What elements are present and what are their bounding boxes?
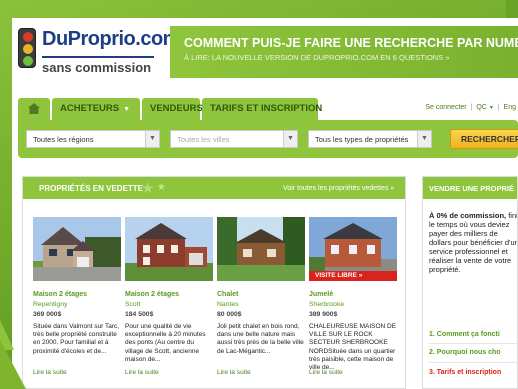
property-photo[interactable] [33, 217, 121, 281]
property-type[interactable]: Maison 2 étages [33, 291, 87, 298]
promo-subtitle[interactable]: À LIRE: LA NOUVELLE VERSION DE DUPROPRIO… [184, 53, 518, 62]
language-link[interactable]: Eng [504, 104, 516, 111]
tab-pricing[interactable]: TARIFS ET INSCRIPTION [202, 98, 322, 120]
property-price: 80 000$ [217, 311, 242, 318]
property-description: Pour une qualité de vie exceptionnelle à… [125, 323, 206, 363]
star-icon: ★ [141, 180, 155, 197]
open-house-badge: VISITE LIBRE » [309, 271, 397, 281]
chevron-down-icon: ▼ [417, 131, 431, 147]
property-description: CHALEUREUSE MAISON DE VILLE SUR LE ROCK … [309, 323, 397, 372]
region-select[interactable]: Toutes les régions ▼ [26, 130, 160, 148]
property-type-select-value: Tous les types de propriétés [315, 135, 409, 144]
pricing-link[interactable]: 3. Tarifs et inscription [429, 369, 501, 376]
home-icon [28, 103, 40, 114]
see-all-featured-link[interactable]: Voir toutes les propriétés vedettes » [283, 185, 394, 192]
home-tab[interactable] [18, 98, 50, 120]
property-city: Scott [125, 301, 141, 308]
property-type-select[interactable]: Tous les types de propriétés ▼ [308, 130, 432, 148]
property-description: Située dans Valmont sur Tarc, très belle… [33, 323, 120, 355]
property-city: Sherbrooke [309, 301, 345, 308]
search-button[interactable]: RECHERCHER [450, 129, 518, 149]
property-price: 369 000$ [33, 311, 62, 318]
property-card[interactable]: Maison 2 étages Scott 184 500$ Pour une … [125, 217, 213, 387]
read-more-link[interactable]: Lire la suite [217, 369, 251, 376]
page: DuProprio.com sans commission COMMENT PU… [12, 18, 518, 389]
property-type[interactable]: Maison 2 étages [125, 291, 179, 298]
chevron-down-icon: ▼ [488, 105, 494, 111]
property-price: 184 500$ [125, 311, 154, 318]
star-icon: ★ [157, 182, 166, 193]
featured-header: PROPRIÉTÉS EN VEDETTE ★ ★ Voir toutes le… [23, 177, 405, 199]
featured-title: PROPRIÉTÉS EN VEDETTE [39, 184, 144, 193]
featured-properties: PROPRIÉTÉS EN VEDETTE ★ ★ Voir toutes le… [22, 176, 406, 389]
tab-pricing-label: TARIFS ET INSCRIPTION [210, 103, 323, 114]
property-description: Joli petit chalet en bois rond, dans une… [217, 323, 304, 355]
chevron-down-icon: ▼ [145, 131, 159, 147]
property-city: Repentigny [33, 301, 68, 308]
how-it-works-link[interactable]: 1. Comment ça foncti [429, 331, 500, 338]
region-select-value: Toutes les régions [33, 135, 94, 144]
tab-buyers-label: ACHETEURS [60, 103, 120, 114]
city-select[interactable]: Toutes les villes ▼ [170, 130, 298, 148]
tab-sellers-label: VENDEURS [150, 103, 203, 114]
chevron-down-icon: ▼ [123, 106, 131, 113]
property-card[interactable]: Chalet Nantes 80 000$ Joli petit chalet … [217, 217, 305, 387]
sell-panel-text: À 0% de commission, fini le temps où vou… [429, 211, 518, 274]
property-type[interactable]: Jumelé [309, 291, 333, 298]
logo-name: DuProprio.com [42, 28, 180, 50]
read-more-link[interactable]: Lire la suite [309, 369, 343, 376]
logo-subtitle: sans commission [42, 56, 154, 75]
property-photo[interactable] [125, 217, 213, 281]
sell-panel-intro-bold: À 0% de commission, [429, 211, 507, 220]
login-link[interactable]: Se connecter [425, 104, 466, 111]
sell-panel-intro: fini le temps où vous deviez payer des m… [429, 211, 518, 274]
header: DuProprio.com sans commission COMMENT PU… [12, 18, 518, 92]
chevron-down-icon: ▼ [283, 131, 297, 147]
read-more-link[interactable]: Lire la suite [125, 369, 159, 376]
tab-buyers[interactable]: ACHETEURS ▼ [52, 98, 140, 120]
promo-title: COMMENT PUIS-JE FAIRE UNE RECHERCHE PAR … [184, 36, 518, 50]
property-card[interactable]: VISITE LIBRE » Jumelé Sherbrooke 389 900… [309, 217, 397, 387]
divider [429, 362, 517, 363]
site-logo[interactable]: DuProprio.com sans commission [18, 26, 180, 84]
nav-utility-links: Se connecter | QC ▼ | Eng [425, 104, 516, 111]
why-choose-us-link[interactable]: 2. Pourquoi nous cho [429, 349, 501, 356]
main-nav: ACHETEURS▼ VENDEURS▼ TARIFS ET INSCRIPTI… [12, 98, 518, 120]
traffic-light-icon [18, 28, 36, 68]
read-more-link[interactable]: Lire la suite [33, 369, 67, 376]
sell-property-panel: VENDRE UNE PROPRIÉ À 0% de commission, f… [422, 176, 518, 389]
promo-banner[interactable]: COMMENT PUIS-JE FAIRE UNE RECHERCHE PAR … [170, 26, 518, 78]
sell-panel-title: VENDRE UNE PROPRIÉ [423, 177, 517, 199]
open-house-label: VISITE LIBRE [315, 272, 357, 279]
divider [429, 343, 517, 344]
property-type[interactable]: Chalet [217, 291, 238, 298]
property-city: Nantes [217, 301, 239, 308]
province-selector[interactable]: QC [476, 104, 487, 111]
decorative-shape [0, 340, 26, 389]
property-photo[interactable]: VISITE LIBRE » [309, 217, 397, 281]
tab-sellers[interactable]: VENDEURS▼ [142, 98, 214, 120]
city-select-value: Toutes les villes [177, 135, 230, 144]
property-card[interactable]: Maison 2 étages Repentigny 369 000$ Situ… [33, 217, 121, 387]
property-photo[interactable] [217, 217, 305, 281]
search-bar: Toutes les régions ▼ Toutes les villes ▼… [18, 120, 518, 158]
property-price: 389 900$ [309, 311, 338, 318]
property-cards: Maison 2 étages Repentigny 369 000$ Situ… [33, 217, 405, 387]
